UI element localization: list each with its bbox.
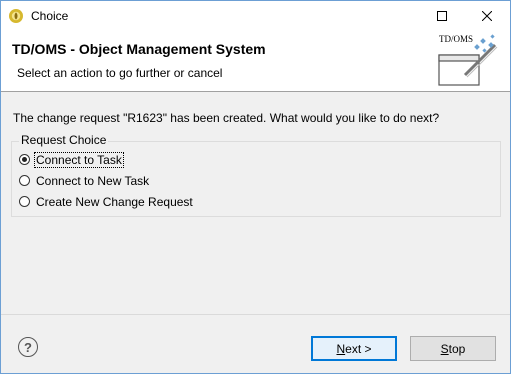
banner-subtitle: Select an action to go further or cancel bbox=[17, 66, 223, 80]
stop-button-mnemonic: S bbox=[440, 341, 449, 356]
stop-button-label: top bbox=[448, 341, 466, 356]
wizard-banner-image: TD/OMS bbox=[435, 33, 501, 89]
next-button-mnemonic: N bbox=[336, 341, 346, 356]
banner-separator bbox=[1, 91, 510, 92]
window-wand-icon bbox=[438, 34, 498, 86]
window-title: Choice bbox=[31, 9, 69, 23]
maximize-button[interactable] bbox=[419, 1, 465, 31]
banner-title: TD/OMS - Object Management System bbox=[12, 41, 266, 57]
choice-dialog: Choice TD/OMS - Object Management System… bbox=[0, 0, 511, 374]
close-icon bbox=[482, 11, 492, 21]
status-message: The change request "R1623" has been crea… bbox=[13, 111, 440, 125]
app-icon bbox=[9, 9, 23, 23]
footer-separator bbox=[1, 314, 510, 315]
radio-create-new-change-request[interactable]: Create New Change Request bbox=[19, 193, 194, 210]
radio-button[interactable] bbox=[19, 196, 30, 207]
help-icon: ? bbox=[24, 339, 32, 355]
title-bar[interactable]: Choice bbox=[1, 1, 510, 31]
wizard-banner: TD/OMS - Object Management System Select… bbox=[1, 31, 510, 91]
radio-connect-to-new-task[interactable]: Connect to New Task bbox=[19, 172, 150, 189]
radio-connect-to-task[interactable]: Connect to Task bbox=[19, 151, 124, 168]
request-choice-label: Request Choice bbox=[19, 133, 109, 147]
maximize-icon bbox=[437, 11, 447, 21]
close-button[interactable] bbox=[464, 1, 510, 31]
radio-label: Connect to New Task bbox=[36, 173, 150, 188]
stop-button[interactable]: Stop bbox=[410, 336, 496, 361]
next-button[interactable]: Next > bbox=[311, 336, 397, 361]
radio-label: Create New Change Request bbox=[36, 194, 193, 209]
next-button-label: ext > bbox=[345, 341, 372, 356]
radio-button[interactable] bbox=[19, 175, 30, 186]
radio-label: Connect to Task bbox=[34, 151, 124, 168]
radio-button-checked[interactable] bbox=[19, 154, 30, 165]
help-button[interactable]: ? bbox=[18, 337, 38, 357]
